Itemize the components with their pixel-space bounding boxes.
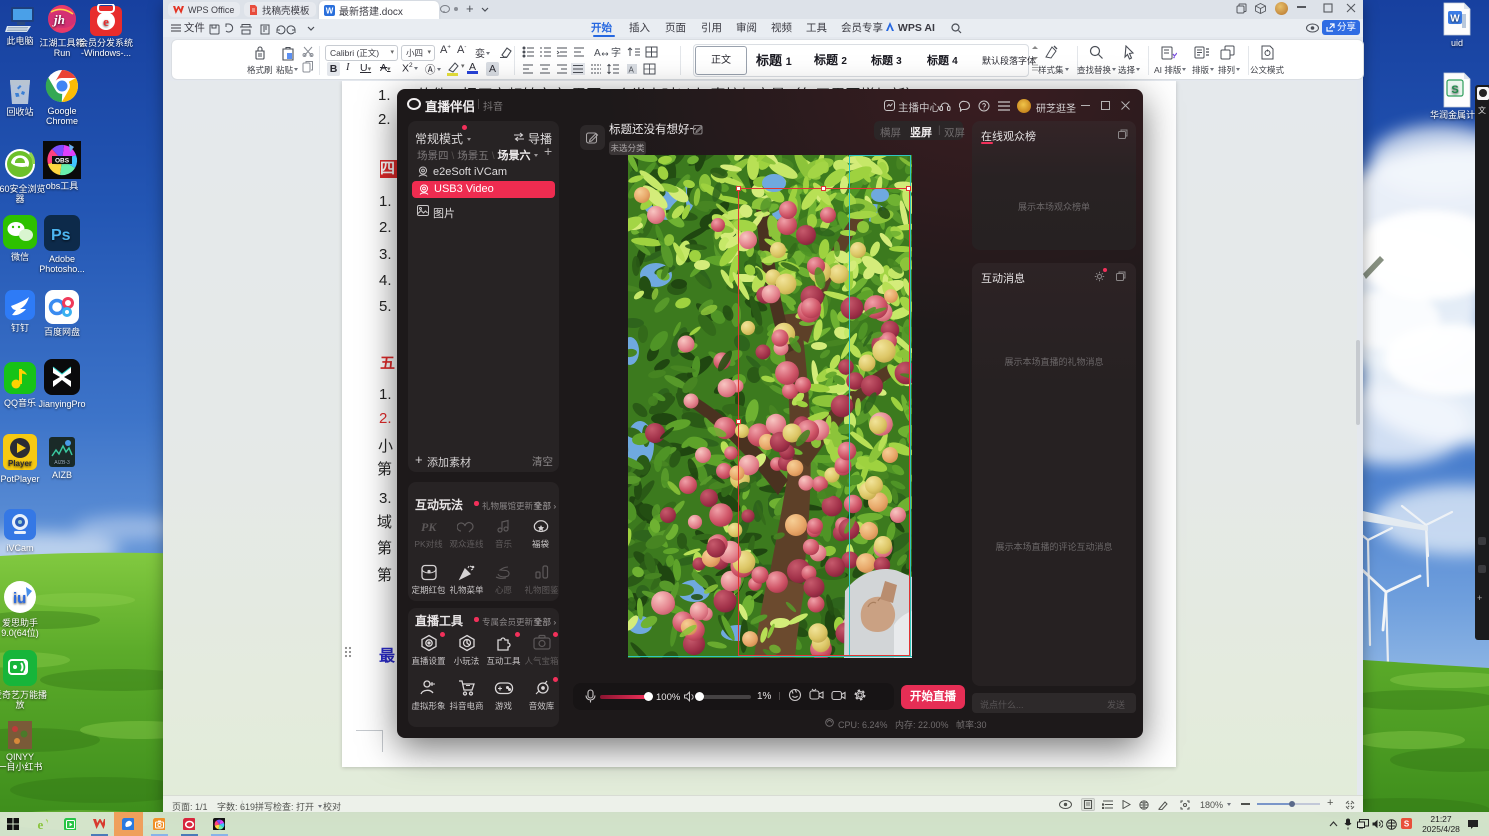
svg-text:AIZB-3: AIZB-3 xyxy=(54,460,70,466)
svg-text:W: W xyxy=(1450,14,1460,25)
svg-text:e: e xyxy=(38,818,44,830)
svg-text:OBS: OBS xyxy=(55,158,70,165)
svg-text:Ps: Ps xyxy=(51,227,71,244)
svg-text:S: S xyxy=(1404,820,1410,829)
svg-text:jh: jh xyxy=(52,12,65,27)
svg-text:e: e xyxy=(103,14,109,29)
svg-text:iu: iu xyxy=(13,590,26,607)
svg-text:Player: Player xyxy=(8,459,32,468)
svg-text:A: A xyxy=(594,48,601,58)
svg-text:S: S xyxy=(1451,84,1458,96)
svg-text:A: A xyxy=(629,66,635,75)
svg-text:字: 字 xyxy=(611,46,621,58)
svg-text:W: W xyxy=(326,6,334,15)
svg-text:PK: PK xyxy=(421,520,437,534)
